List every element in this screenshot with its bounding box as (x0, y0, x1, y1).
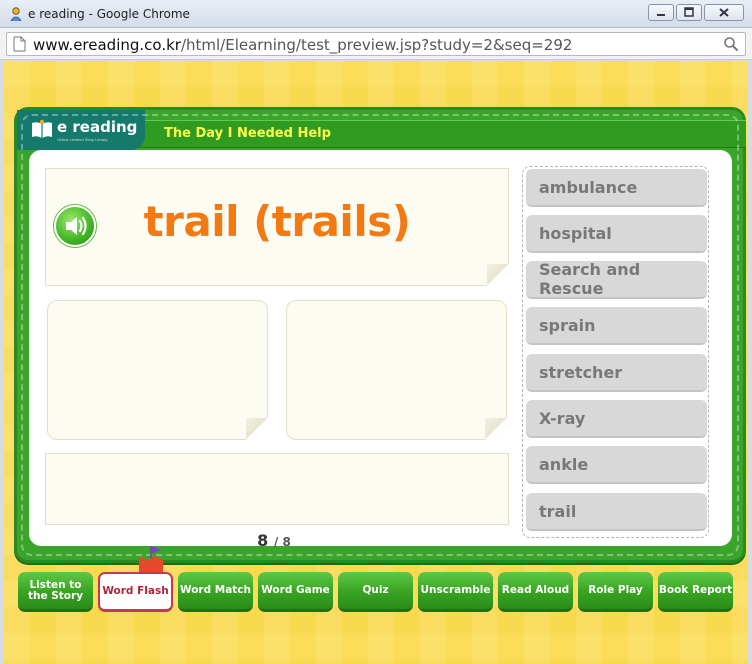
word-item-search-and-rescue[interactable]: Search and Rescue (526, 260, 707, 299)
sentence-box (45, 453, 509, 525)
total-pages: / 8 (273, 535, 291, 549)
picture-card-left (47, 300, 268, 440)
url-path: /html/Elearning/test_preview.jsp?study=2… (180, 36, 573, 54)
browser-app-icon (10, 7, 22, 22)
maximize-button[interactable] (676, 4, 702, 21)
nav-listen-to-the-story[interactable]: Listen to the Story (18, 572, 93, 612)
flash-word: trail (trails) (143, 197, 411, 246)
word-item-trail[interactable]: trail (526, 493, 707, 531)
word-item-x-ray[interactable]: X-ray (526, 400, 707, 438)
word-card: trail (trails) (45, 168, 509, 286)
close-button[interactable] (704, 4, 744, 21)
story-title: The Day I Needed Help (164, 126, 331, 141)
close-icon (719, 8, 729, 17)
page-indicator: 8 / 8 (29, 531, 519, 550)
address-bar: www.ereading.co.kr/html/Elearning/test_p… (0, 28, 752, 60)
nav-book-report[interactable]: Book Report (658, 572, 733, 612)
minimize-icon (657, 14, 665, 16)
content-panel: trail (trails) 8 / 8 ambulance hospital … (29, 150, 732, 550)
word-list: ambulance hospital Search and Rescue spr… (522, 166, 709, 538)
nav-word-game[interactable]: Word Game (258, 572, 333, 612)
word-item-sprain[interactable]: sprain (526, 307, 707, 345)
url-host: www.ereading.co.kr (33, 36, 181, 54)
window-title: e reading - Google Chrome (28, 7, 190, 21)
url-text: www.ereading.co.kr/html/Elearning/test_p… (33, 36, 572, 54)
ereading-logo: e reading Online Leveled Story Library (17, 110, 145, 150)
logo-subtitle: Online Leveled Story Library (57, 137, 108, 142)
nav-word-flash[interactable]: Word Flash (98, 572, 173, 612)
url-field[interactable]: www.ereading.co.kr/html/Elearning/test_p… (6, 32, 746, 56)
word-item-ankle[interactable]: ankle (526, 446, 707, 484)
word-item-hospital[interactable]: hospital (526, 215, 707, 253)
flag-icon (139, 546, 163, 574)
nav-read-aloud[interactable]: Read Aloud (498, 572, 573, 612)
zoom-icon[interactable] (723, 36, 739, 52)
learning-board: The Day I Needed Help e reading Online L… (14, 107, 746, 563)
nav-role-play[interactable]: Role Play (578, 572, 653, 612)
picture-card-right (286, 300, 507, 440)
nav-word-match[interactable]: Word Match (178, 572, 253, 612)
nav-unscramble[interactable]: Unscramble (418, 572, 493, 612)
current-page: 8 (257, 531, 269, 550)
minimize-button[interactable] (648, 4, 674, 21)
page-content: The Day I Needed Help e reading Online L… (4, 61, 748, 664)
window-titlebar: e reading - Google Chrome (0, 0, 752, 28)
activity-nav: Listen to the Story Word Flash Word Matc… (18, 546, 740, 614)
nav-quiz[interactable]: Quiz (338, 572, 413, 612)
logo-text: e reading (57, 118, 138, 136)
word-item-ambulance[interactable]: ambulance (526, 169, 707, 207)
maximize-icon (684, 7, 694, 17)
page-icon (13, 36, 26, 52)
word-item-stretcher[interactable]: stretcher (526, 354, 707, 392)
book-icon (32, 119, 52, 138)
